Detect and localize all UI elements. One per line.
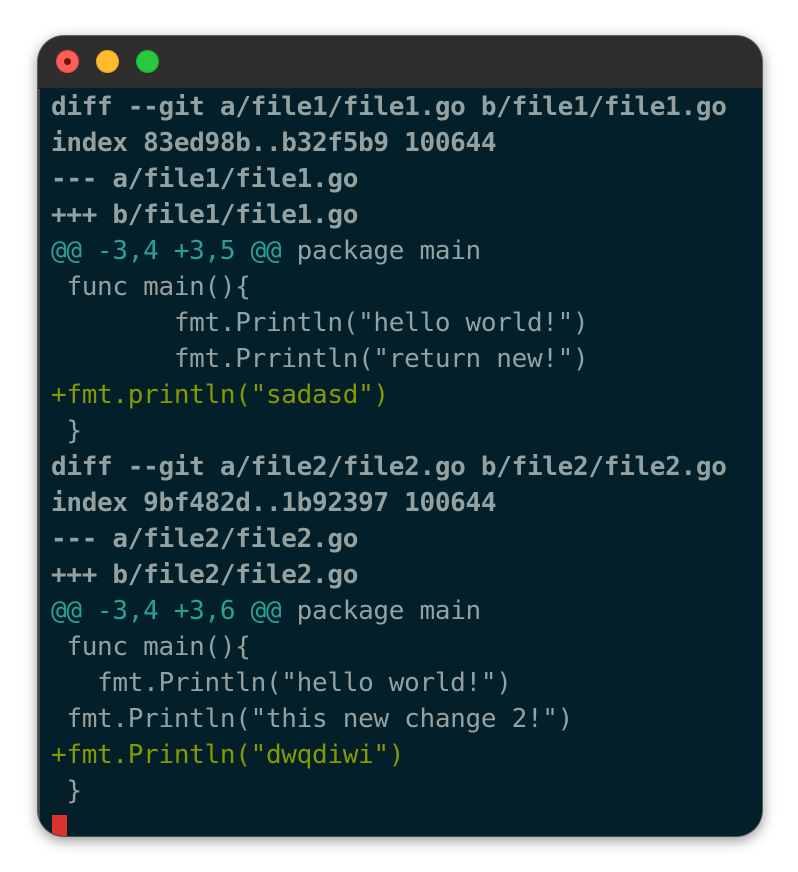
context-line: func main(){ — [51, 272, 251, 302]
terminal-output[interactable]: diff --git a/file1/file1.go b/file1/file… — [38, 89, 762, 836]
close-icon — [64, 58, 71, 65]
index-line: index 9bf482d..1b92397 100644 — [51, 488, 497, 518]
title-bar[interactable] — [38, 36, 762, 89]
close-button[interactable] — [56, 50, 79, 73]
hunk-header: @@ -3,4 +3,5 @@ — [51, 236, 282, 266]
terminal-cursor — [52, 815, 67, 836]
terminal-window: diff --git a/file1/file1.go b/file1/file… — [38, 36, 762, 836]
old-file-line: --- a/file1/file1.go — [51, 164, 359, 194]
hunk-line: @@ -3,4 +3,5 @@ package main — [51, 233, 481, 269]
index-line: index 83ed98b..b32f5b9 100644 — [51, 128, 497, 158]
new-file-line: +++ b/file1/file1.go — [51, 200, 359, 230]
hunk-line: @@ -3,4 +3,6 @@ package main — [51, 593, 481, 629]
hunk-context: package main — [281, 236, 482, 266]
old-file-line: --- a/file2/file2.go — [51, 524, 359, 554]
context-line: } — [51, 776, 82, 806]
context-line: fmt.Println("hello world!") — [51, 668, 512, 698]
hunk-header: @@ -3,4 +3,6 @@ — [51, 596, 282, 626]
context-line: fmt.Println("this new change 2!") — [51, 704, 574, 734]
added-line: +fmt.println("sadasd") — [51, 380, 389, 410]
diff-header-line: diff --git a/file1/file1.go b/file1/file… — [51, 92, 727, 122]
added-line: +fmt.Println("dwqdiwi") — [51, 740, 405, 770]
context-line: func main(){ — [51, 632, 251, 662]
hunk-context: package main — [281, 596, 482, 626]
context-line: } — [51, 416, 82, 446]
zoom-button[interactable] — [136, 50, 159, 73]
context-line: fmt.Prrintln("return new!") — [51, 344, 589, 374]
diff-header-line: diff --git a/file2/file2.go b/file2/file… — [51, 452, 727, 482]
context-line: fmt.Println("hello world!") — [51, 308, 589, 338]
minimize-button[interactable] — [96, 50, 119, 73]
new-file-line: +++ b/file2/file2.go — [51, 560, 359, 590]
